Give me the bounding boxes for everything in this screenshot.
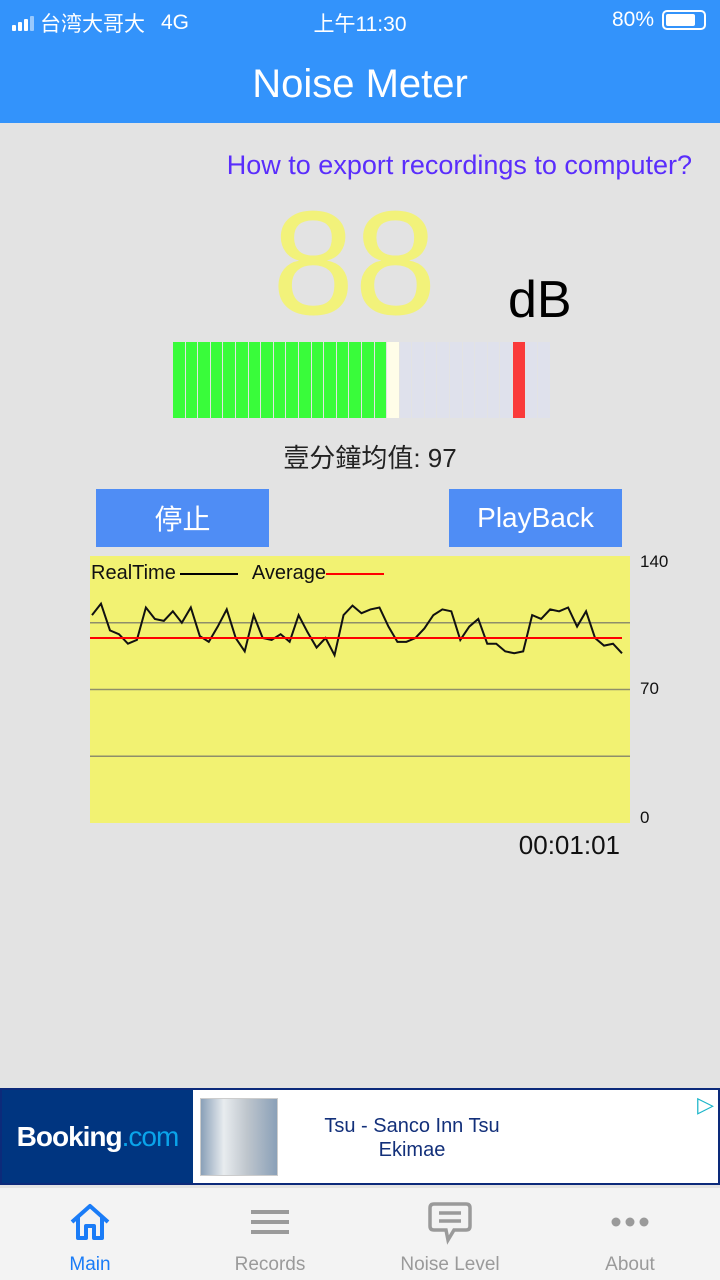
legend-average: Average (251, 562, 326, 584)
meter-segment (324, 342, 336, 418)
stop-button[interactable]: 停止 (96, 489, 269, 547)
noise-chart (90, 556, 630, 823)
meter-segment (286, 342, 298, 418)
booking-logo: Booking .com (2, 1090, 193, 1183)
meter-segment (500, 342, 513, 418)
meter-segment (412, 342, 424, 418)
meter-segment (424, 342, 437, 418)
meter-segment (513, 342, 525, 418)
ad-banner[interactable]: Booking .com Tsu - Sanco Inn Tsu Ekimae ▷ (0, 1088, 720, 1185)
meter-segment (173, 342, 185, 418)
db-unit: dB (508, 271, 572, 329)
battery-percent: 80% (611, 8, 654, 31)
meter-segment (248, 342, 261, 418)
meter-segment (462, 342, 475, 418)
meter-segment (399, 342, 412, 418)
tab-noise-level[interactable]: Noise Level (360, 1188, 540, 1280)
tab-bar: Main Records Noise Level About (0, 1188, 720, 1280)
meter-segment (487, 342, 500, 418)
legend-realtime: RealTime (91, 562, 176, 584)
meter-segment (185, 342, 198, 418)
meter-segment (273, 342, 286, 418)
ad-choices-icon[interactable]: ▷ (697, 1092, 714, 1118)
legend-realtime-line (179, 572, 238, 575)
recording-timer: 00:01:01 (518, 830, 620, 860)
meter-segment (374, 342, 387, 418)
realtime-line (91, 601, 623, 659)
chart-legend: RealTime Average (91, 562, 398, 585)
status-bar: 台湾大哥大 4G 上午11:30 80% (0, 6, 720, 36)
y-tick-70: 70 (640, 679, 659, 698)
tab-label: Main (69, 1254, 111, 1275)
meter-segment (261, 342, 273, 418)
playback-button[interactable]: PlayBack (449, 489, 622, 547)
meter-segment (298, 342, 311, 418)
y-tick-0: 0 (640, 808, 650, 827)
page-title: Noise Meter (252, 62, 468, 106)
chat-bubble-icon (428, 1202, 472, 1245)
meter-segment (387, 342, 399, 418)
meter-segment (538, 342, 550, 418)
list-icon (251, 1210, 289, 1234)
meter-segment (336, 342, 349, 418)
home-icon (70, 1204, 110, 1240)
meter-segment (361, 342, 374, 418)
legend-average-line (325, 572, 384, 575)
export-help-link[interactable]: How to export recordings to computer? (227, 150, 692, 181)
current-db-value: 88 (272, 181, 437, 346)
tab-label: About (605, 1254, 655, 1275)
battery-icon (662, 10, 706, 30)
meter-segment (223, 342, 235, 418)
meter-segment (198, 342, 210, 418)
chart-plot (90, 601, 630, 757)
tab-label: Noise Level (400, 1254, 500, 1275)
tab-label: Records (234, 1254, 306, 1275)
meter-segment (311, 342, 324, 418)
meter-segment (450, 342, 462, 418)
hotel-image (200, 1098, 278, 1176)
tab-records[interactable]: Records (180, 1188, 360, 1280)
more-icon (611, 1217, 649, 1227)
meter-segment (235, 342, 248, 418)
y-tick-140: 140 (640, 552, 669, 571)
meter-segment (475, 342, 487, 418)
level-meter (173, 342, 550, 418)
tab-main[interactable]: Main (0, 1188, 180, 1280)
ad-text: Tsu - Sanco Inn Tsu Ekimae (324, 1115, 500, 1161)
meter-segment (437, 342, 450, 418)
meter-segment (349, 342, 361, 418)
app-header: 台湾大哥大 4G 上午11:30 80% Noise Meter (0, 0, 720, 123)
tab-about[interactable]: About (540, 1188, 720, 1280)
meter-segment (210, 342, 223, 418)
one-minute-average: 壹分鐘均值: 97 (283, 443, 457, 473)
meter-segment (525, 342, 538, 418)
